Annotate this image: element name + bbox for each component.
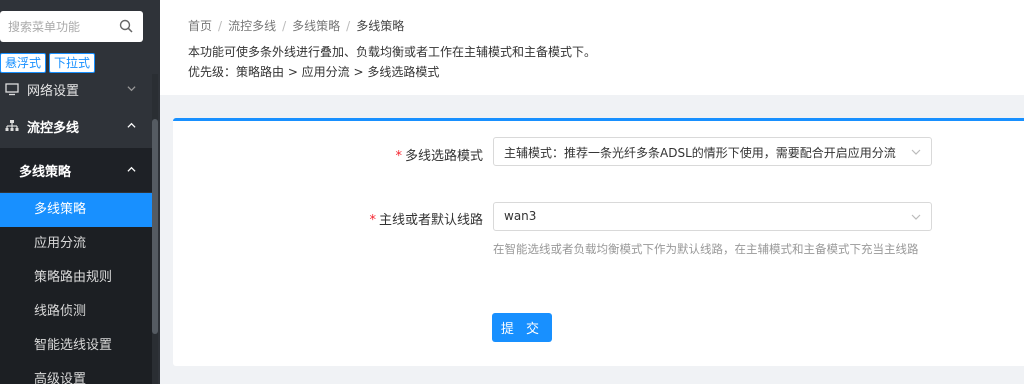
chevron-down-icon xyxy=(127,86,136,92)
sidebar-group-label: 流控多线 xyxy=(27,120,80,136)
default-line-select-value: wan3 xyxy=(504,209,537,223)
sidebar-item-smart-line-settings[interactable]: 智能选线设置 xyxy=(0,329,152,363)
page-header: 首页 / 流控多线 / 多线策略 / 多线策略 本功能可使多条外线进行叠加、负载均衡或者工作… xyxy=(160,0,1024,95)
submit-button[interactable]: 提 交 xyxy=(492,313,552,342)
breadcrumb-home[interactable]: 首页 xyxy=(188,19,212,33)
sidebar-item-line-detection[interactable]: 线路侦测 xyxy=(0,295,152,329)
priority-note: 优先级：策略路由 > 应用分流 > 多线选路模式 xyxy=(188,65,440,79)
search-icon[interactable] xyxy=(119,19,133,33)
sidebar-item-advanced-settings[interactable]: 高级设置 xyxy=(0,363,152,384)
menu-search xyxy=(0,11,143,42)
sidebar-menu-list: 多线策略 应用分流 策略路由规则 线路侦测 智能选线设置 高级设置 xyxy=(0,193,152,384)
sidebar-group-label: 网络设置 xyxy=(27,83,80,99)
mode-select[interactable]: 主辅模式：推荐一条光纤多条ADSL的情形下使用，需要配合开启应用分流 xyxy=(493,137,932,166)
mode-select-value: 主辅模式：推荐一条光纤多条ADSL的情形下使用，需要配合开启应用分流 xyxy=(504,146,896,160)
sidebar-group-multiline[interactable]: 流控多线 xyxy=(0,111,152,141)
mode-label-text: 多线选路模式 xyxy=(404,149,483,164)
required-marker: * xyxy=(369,213,376,228)
sidebar-item-app-split[interactable]: 应用分流 xyxy=(0,227,152,261)
chevron-down-icon xyxy=(911,214,921,220)
chevron-up-icon xyxy=(127,166,136,172)
network-icon xyxy=(5,120,19,131)
page-description: 本功能可使多条外线进行叠加、负载均衡或者工作在主辅模式和主备模式下。 xyxy=(188,45,597,59)
menu-search-input[interactable] xyxy=(8,18,116,36)
sidebar: 悬浮式 下拉式 网络设置 流控多线 多线策略 xyxy=(0,0,160,384)
required-marker: * xyxy=(395,149,402,164)
default-line-label-text: 主线或者默认线路 xyxy=(378,213,483,228)
dropdown-mode-button[interactable]: 下拉式 xyxy=(49,53,96,73)
breadcrumb-multiline[interactable]: 流控多线 xyxy=(228,19,276,33)
breadcrumb: 首页 / 流控多线 / 多线策略 / 多线策略 xyxy=(188,19,405,33)
sidebar-group-network-settings[interactable]: 网络设置 xyxy=(0,74,152,104)
sidebar-scrollbar[interactable] xyxy=(152,74,158,384)
chevron-down-icon xyxy=(911,149,921,155)
sidebar-subgroup-label: 多线策略 xyxy=(19,164,72,180)
chevron-up-icon xyxy=(127,122,136,128)
sidebar-item-multiline-policy[interactable]: 多线策略 xyxy=(0,193,152,227)
sidebar-scrollbar-thumb[interactable] xyxy=(152,119,158,334)
breadcrumb-policy[interactable]: 多线策略 xyxy=(292,19,340,33)
menu-mode-toggles: 悬浮式 下拉式 xyxy=(0,53,98,73)
breadcrumb-current: 多线策略 xyxy=(356,19,405,33)
mode-label: * 多线选路模式 xyxy=(323,145,483,164)
sidebar-subgroup-multiline-policy[interactable]: 多线策略 xyxy=(0,148,152,192)
default-line-label: * 主线或者默认线路 xyxy=(323,209,483,228)
float-mode-button[interactable]: 悬浮式 xyxy=(0,53,47,73)
settings-form: * 多线选路模式 主辅模式：推荐一条光纤多条ADSL的情形下使用，需要配合开启应用… xyxy=(173,118,1024,366)
default-line-hint: 在智能选线或者负载均衡模式下作为默认线路，在主辅模式和主备模式下充当主线路 xyxy=(493,242,919,256)
sidebar-item-policy-route-rules[interactable]: 策略路由规则 xyxy=(0,261,152,295)
default-line-select[interactable]: wan3 xyxy=(493,202,932,231)
monitor-icon xyxy=(5,83,19,96)
